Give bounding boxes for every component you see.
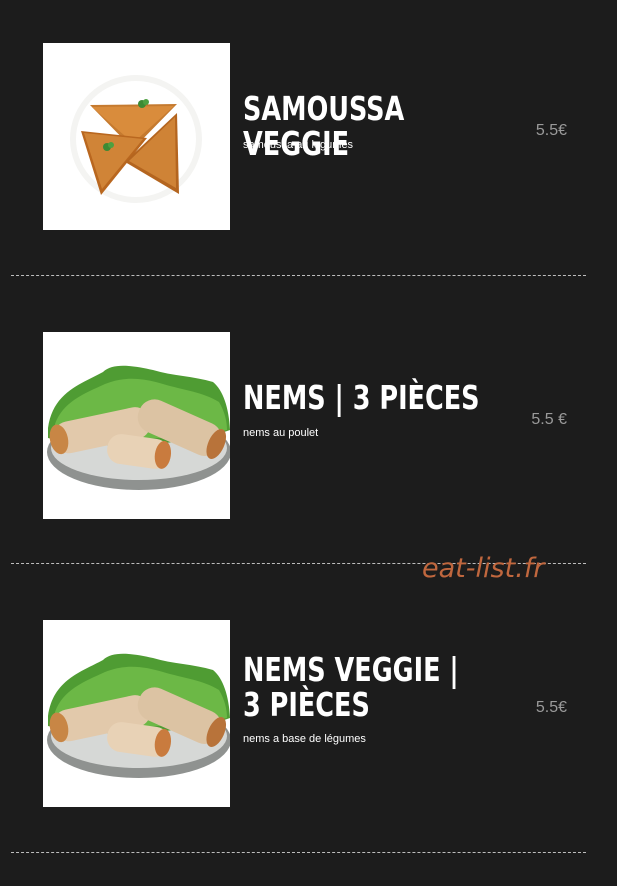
menu-item[interactable]: NEMS VEGGIE | 3 PIÈCES nems a base de lé… bbox=[0, 0, 617, 807]
separator bbox=[11, 852, 586, 853]
item-description: nems a base de légumes bbox=[243, 733, 366, 745]
spring-rolls-image bbox=[43, 620, 230, 807]
item-title: NEMS VEGGIE | 3 PIÈCES bbox=[243, 650, 459, 724]
item-price: 5.5 € bbox=[531, 411, 567, 428]
item-title: NEMS | 3 PIÈCES bbox=[243, 378, 480, 417]
item-price: 5.5€ bbox=[535, 699, 567, 716]
spring-rolls-image bbox=[43, 332, 230, 519]
item-description: nems au poulet bbox=[243, 427, 319, 439]
watermark: eat-list.fr bbox=[422, 553, 545, 584]
